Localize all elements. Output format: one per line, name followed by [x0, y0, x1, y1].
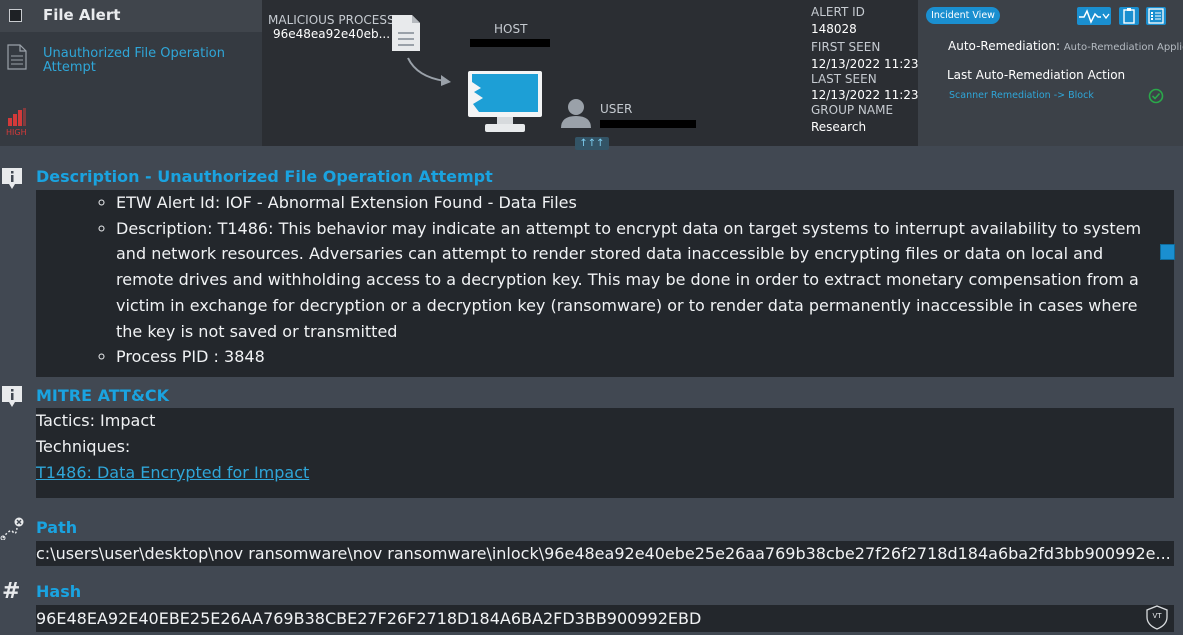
malicious-process-value[interactable]: 96e48ea92e40eb...	[273, 27, 390, 41]
last-action-label: Last Auto-Remediation Action	[947, 68, 1126, 82]
first-seen-label: FIRST SEEN	[811, 40, 881, 54]
info-bubble-icon	[2, 168, 22, 189]
clipboard-icon	[1123, 8, 1135, 24]
hash-value: 96E48EA92E40EBE25E26AA769B38CBE27F26F271…	[36, 609, 702, 628]
hash-title: Hash	[36, 582, 82, 601]
host-redacted	[470, 39, 550, 47]
activity-button[interactable]	[1077, 7, 1111, 25]
severity-label: HIGH	[6, 128, 27, 137]
severity-bars-icon	[8, 108, 26, 126]
process-file-icon	[392, 15, 420, 51]
page-title: File Alert	[43, 6, 121, 24]
user-label: USER	[600, 102, 633, 116]
incident-view-button[interactable]: Incident View	[926, 7, 1000, 24]
first-seen-value: 12/13/2022 11:23	[811, 57, 919, 71]
expand-button[interactable]: ↑↑↑	[575, 137, 609, 150]
group-name-label: GROUP NAME	[811, 103, 894, 117]
user-redacted	[600, 120, 696, 128]
clipboard-button[interactable]	[1119, 7, 1139, 25]
last-action-link[interactable]: Scanner Remediation -> Block	[949, 90, 1094, 101]
list-icon	[1148, 8, 1164, 24]
description-title: Description - Unauthorized File Operatio…	[36, 167, 493, 186]
hash-value-box: 96E48EA92E40EBE25E26AA769B38CBE27F26F271…	[36, 605, 1174, 632]
mitre-technique-link[interactable]: T1486: Data Encrypted for Impact	[36, 463, 309, 482]
check-circle-icon	[1148, 88, 1164, 104]
path-trail-icon	[0, 517, 24, 540]
auto-remediation-value: Auto-Remediation Applied	[1063, 42, 1183, 53]
auto-remediation: Auto-Remediation: Auto-Remediation Appli…	[948, 39, 1183, 53]
mitre-title: MITRE ATT&CK	[36, 386, 170, 405]
document-icon	[7, 44, 27, 70]
mitre-techniques-label: Techniques:	[36, 437, 131, 456]
host-monitor-icon[interactable]	[467, 70, 543, 134]
process-arrow	[407, 57, 451, 86]
user-icon	[561, 99, 591, 128]
pulse-icon	[1079, 9, 1110, 24]
scroll-marker[interactable]	[1160, 244, 1175, 260]
mitre-tactics: Tactics: Impact	[36, 411, 156, 430]
alert-id-value: 148028	[811, 22, 857, 36]
path-title: Path	[36, 518, 78, 537]
description-box: ETW Alert Id: IOF - Abnormal Extension F…	[36, 190, 1174, 377]
host-label: HOST	[494, 22, 528, 36]
virustotal-button[interactable]: VT	[1144, 604, 1170, 630]
info-bubble-icon	[2, 386, 22, 407]
hash-icon: #	[2, 579, 21, 604]
select-checkbox[interactable]	[9, 9, 22, 22]
description-item: Process PID : 3848	[116, 344, 1154, 370]
description-item: ETW Alert Id: IOF - Abnormal Extension F…	[116, 190, 1154, 216]
path-value: c:\users\user\desktop\nov ransomware\nov…	[36, 541, 1174, 566]
mitre-box: Tactics: Impact Techniques: T1486: Data …	[36, 408, 1174, 498]
auto-remediation-label: Auto-Remediation:	[948, 39, 1061, 53]
list-button[interactable]	[1146, 7, 1166, 25]
group-name-value: Research	[811, 120, 867, 134]
last-seen-value: 12/13/2022 11:23	[811, 88, 919, 102]
alert-id-label: ALERT ID	[811, 5, 865, 19]
virustotal-label: VT	[1152, 612, 1162, 620]
malicious-process-label: MALICIOUS PROCESS	[268, 13, 395, 27]
alert-type-link[interactable]: Unauthorized File Operation Attempt	[43, 47, 243, 75]
alert-title-bar	[0, 0, 262, 32]
last-seen-label: LAST SEEN	[811, 72, 877, 86]
description-item: Description: T1486: This behavior may in…	[116, 216, 1154, 345]
